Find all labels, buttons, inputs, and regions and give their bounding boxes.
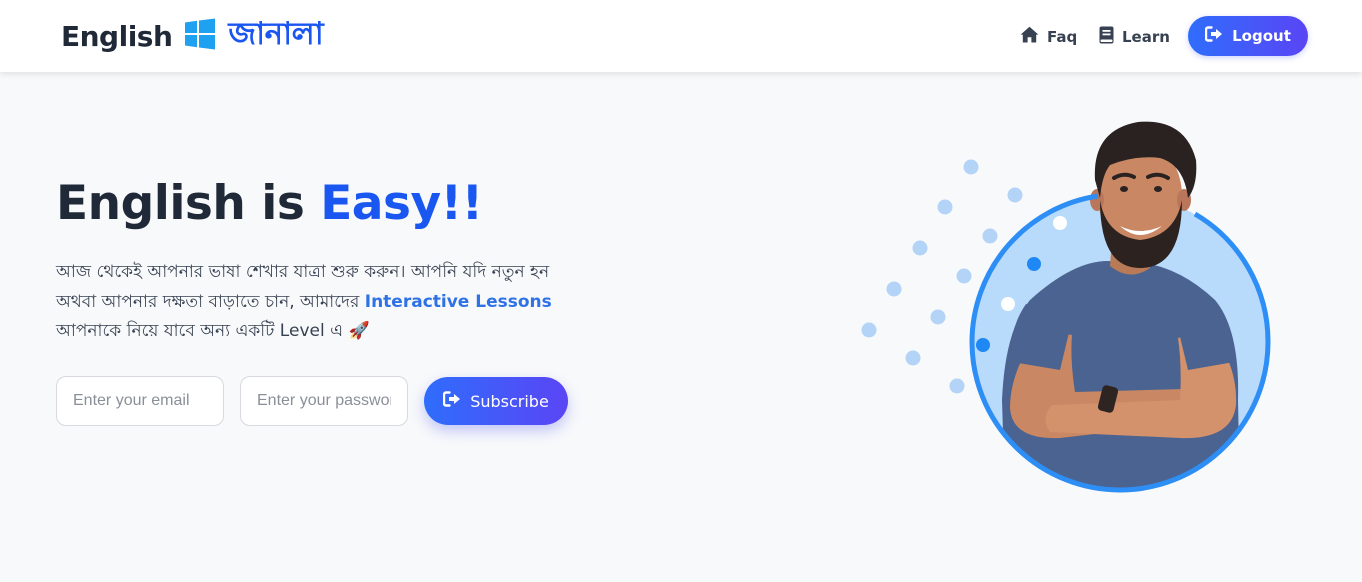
subscribe-button[interactable]: Subscribe bbox=[424, 377, 568, 425]
rocket-emoji: 🚀 bbox=[348, 321, 370, 341]
brand-logo[interactable]: English জানালা bbox=[61, 16, 324, 56]
hero-title-accent: Easy!! bbox=[320, 176, 483, 231]
logout-label: Logout bbox=[1232, 27, 1291, 45]
password-input[interactable] bbox=[240, 376, 408, 426]
hero-desc-part2: আপনাকে নিয়ে যাবে অন্য একটি Level এ bbox=[56, 321, 344, 341]
hero-illustration-svg bbox=[861, 121, 1271, 493]
book-icon bbox=[1099, 26, 1114, 48]
email-input[interactable] bbox=[56, 376, 224, 426]
interactive-lessons-highlight: Interactive Lessons bbox=[364, 291, 552, 312]
nav-link-faq[interactable]: Faq bbox=[1020, 26, 1077, 47]
nav-link-learn[interactable]: Learn bbox=[1099, 26, 1170, 48]
hero-description: আজ থেকেই আপনার ভাষা শেখার যাত্রা শুরু কর… bbox=[56, 258, 576, 347]
sign-out-icon bbox=[442, 391, 461, 411]
person-avatar bbox=[1002, 121, 1240, 490]
logout-button[interactable]: Logout bbox=[1188, 16, 1308, 56]
sign-out-icon bbox=[1204, 26, 1223, 46]
nav-link-faq-label: Faq bbox=[1047, 27, 1078, 46]
subscribe-label: Subscribe bbox=[470, 391, 549, 411]
hero-title-text: English is bbox=[56, 176, 305, 231]
hero-title: English is Easy!! bbox=[56, 176, 483, 231]
navbar: English জানালা Faq Learn Logout bbox=[0, 0, 1362, 72]
brand-english-text: English bbox=[61, 19, 173, 53]
brand-bangla-text: জানালা bbox=[228, 16, 324, 52]
nav-link-learn-label: Learn bbox=[1122, 28, 1170, 46]
windows-logo-icon bbox=[184, 18, 216, 55]
hero-illustration bbox=[850, 110, 1310, 510]
home-icon bbox=[1020, 26, 1039, 47]
